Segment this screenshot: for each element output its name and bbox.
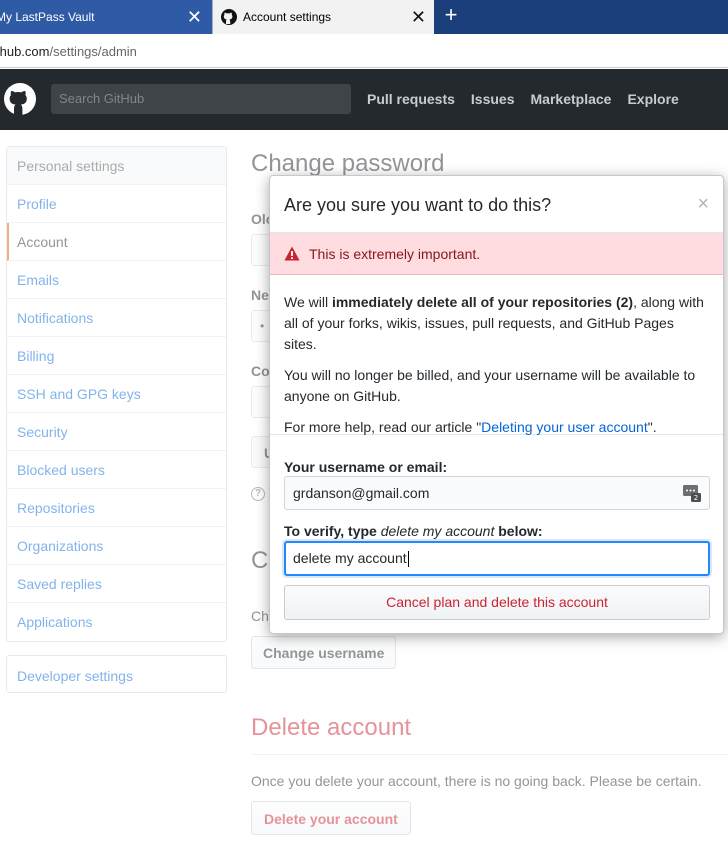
username-label: Your username or email:	[284, 459, 448, 475]
verify-phrase: delete my account	[380, 523, 495, 539]
cancel-plan-and-delete-button[interactable]: Cancel plan and delete this account	[284, 585, 710, 620]
header-nav: Pull requests Issues Marketplace Explore	[367, 91, 679, 107]
nav-explore[interactable]: Explore	[627, 91, 678, 107]
flash-message: This is extremely important.	[309, 246, 481, 262]
nav-pull-requests[interactable]: Pull requests	[367, 91, 455, 107]
verify-label: To verify, type delete my account below:	[284, 523, 543, 539]
close-icon[interactable]: ×	[697, 194, 709, 214]
url-text[interactable]: thub.com/settings/admin	[0, 44, 137, 59]
url-path: /settings/admin	[49, 44, 137, 59]
github-logo-icon[interactable]	[4, 83, 36, 115]
verify-value: delete my account	[293, 550, 407, 566]
warning-text: We will	[284, 294, 332, 310]
nav-issues[interactable]: Issues	[471, 91, 515, 107]
dialog-header: Are you sure you want to do this? ×	[270, 176, 723, 233]
warning-paragraph: We will immediately delete all of your r…	[284, 292, 709, 355]
help-paragraph: For more help, read our article "Deletin…	[284, 417, 709, 438]
dialog-title: Are you sure you want to do this?	[284, 195, 552, 215]
help-text: ".	[647, 419, 657, 435]
username-field[interactable]: grdanson@gmail.com 2	[284, 476, 710, 510]
alert-icon	[284, 246, 300, 261]
help-text: For more help, read our article "	[284, 419, 482, 435]
billing-paragraph: You will no longer be billed, and your u…	[284, 367, 696, 404]
new-tab-plus-icon[interactable]: +	[440, 4, 462, 28]
tab-account-settings[interactable]: Account settings ✕	[212, 0, 434, 34]
address-bar[interactable]: thub.com/settings/admin	[0, 34, 728, 68]
help-article-link[interactable]: Deleting your user account	[481, 419, 648, 435]
verify-field[interactable]: delete my account	[284, 541, 710, 576]
verify-label-text: To verify, type	[284, 523, 381, 539]
browser-tab-bar: My LastPass Vault ✕ Account settings ✕ +	[0, 0, 728, 34]
search-input[interactable]: Search GitHub	[51, 84, 351, 114]
url-host: thub.com	[0, 44, 50, 59]
verify-label-text: below:	[494, 523, 543, 539]
tab-title: Account settings	[243, 10, 332, 24]
dialog-body: We will immediately delete all of your r…	[270, 275, 723, 435]
lastpass-icon[interactable]: 2	[683, 484, 701, 502]
close-icon[interactable]: ✕	[411, 8, 426, 26]
username-value: grdanson@gmail.com	[293, 485, 430, 501]
text-caret	[407, 551, 409, 568]
svg-text:2: 2	[694, 494, 698, 502]
tab-title: My LastPass Vault	[0, 10, 95, 24]
github-header: Search GitHub Pull requests Issues Marke…	[0, 69, 728, 130]
github-icon	[221, 9, 237, 25]
nav-marketplace[interactable]: Marketplace	[531, 91, 612, 107]
tab-lastpass-vault[interactable]: My LastPass Vault ✕	[0, 0, 212, 34]
close-icon[interactable]: ✕	[187, 8, 202, 26]
warning-flash: This is extremely important.	[270, 233, 723, 275]
delete-account-dialog: Are you sure you want to do this? × This…	[269, 175, 724, 634]
warning-strong-text: immediately delete all of your repositor…	[331, 294, 634, 310]
